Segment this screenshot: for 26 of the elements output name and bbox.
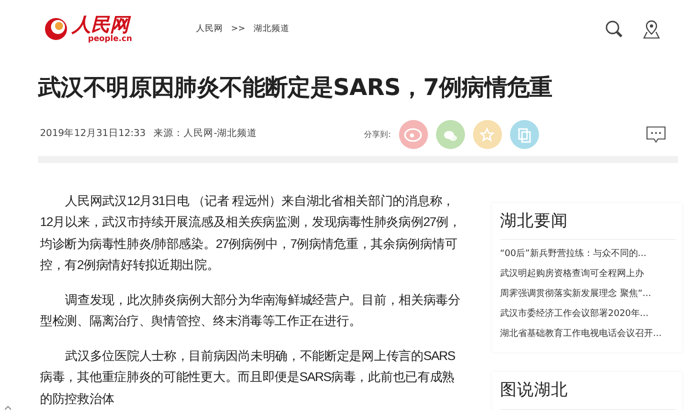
article-paragraph: 调查发现，此次肺炎病例大部分为华南海鲜城经营户。目前，相关病毒分型检测、隔离治疗、舆情管控、终末消毒等工作正在进行。 (40, 292, 462, 330)
article-paragraph: 人民网武汉12月31日电 （记者 程远州）来自湖北省相关部门的消息称，12月以来，武汉市持续开展流感及相关疾病监测，发现病毒性肺炎病例27例，均诊断为病毒性肺炎/肺部感染。27例病例中，7例病情危重，其余病例病情可控，有2例病情好转拟近期出院。 (40, 192, 462, 274)
logo-icon (44, 17, 68, 41)
panel-title: 图说湖北 (500, 378, 676, 410)
article-source: 来源：人民网-湖北频道 (154, 127, 258, 142)
comment-icon[interactable] (646, 126, 666, 143)
search-icon[interactable] (605, 20, 623, 38)
weibo-icon (404, 126, 422, 144)
breadcrumb-link[interactable]: 人民网 (196, 22, 224, 36)
publish-date: 2019年12月31日12:33 (40, 127, 146, 142)
news-link[interactable]: 武汉明起购房资格查询可全程网上办 (500, 264, 676, 284)
panel-title: 湖北要闻 (500, 208, 676, 240)
article-title: 武汉不明原因肺炎不能断定是SARS，7例病情危重 (38, 74, 554, 103)
news-link[interactable]: 周霁强调贯彻落实新发展理念 聚焦“... (500, 284, 676, 304)
article-paragraph: 武汉多位医院人士称，目前病因尚未明确，不能断定是网上传言的SARS病毒，其他重症肺炎的可能性更大。而且即便是SARS病毒，此前也已有成熟的防控救治体 (40, 348, 456, 408)
logo-domain: people.cn (88, 34, 132, 42)
share-label: 分享到: (364, 128, 391, 140)
news-link[interactable]: 湖北省基础教育工作电视电话会议召开... (500, 324, 676, 344)
breadcrumb-separator: >> (231, 22, 246, 36)
news-link[interactable]: 武汉市委经济工作会议部署2020年... (500, 304, 676, 324)
news-link[interactable]: “00后”新兵野营拉练：与众不同的... (500, 244, 676, 264)
breadcrumb-link[interactable]: 湖北频道 (253, 22, 290, 36)
location-icon[interactable] (643, 19, 660, 39)
caret-icon[interactable] (4, 405, 12, 410)
favorite-icon (478, 126, 496, 144)
logo-text: 人民网 (72, 16, 131, 34)
